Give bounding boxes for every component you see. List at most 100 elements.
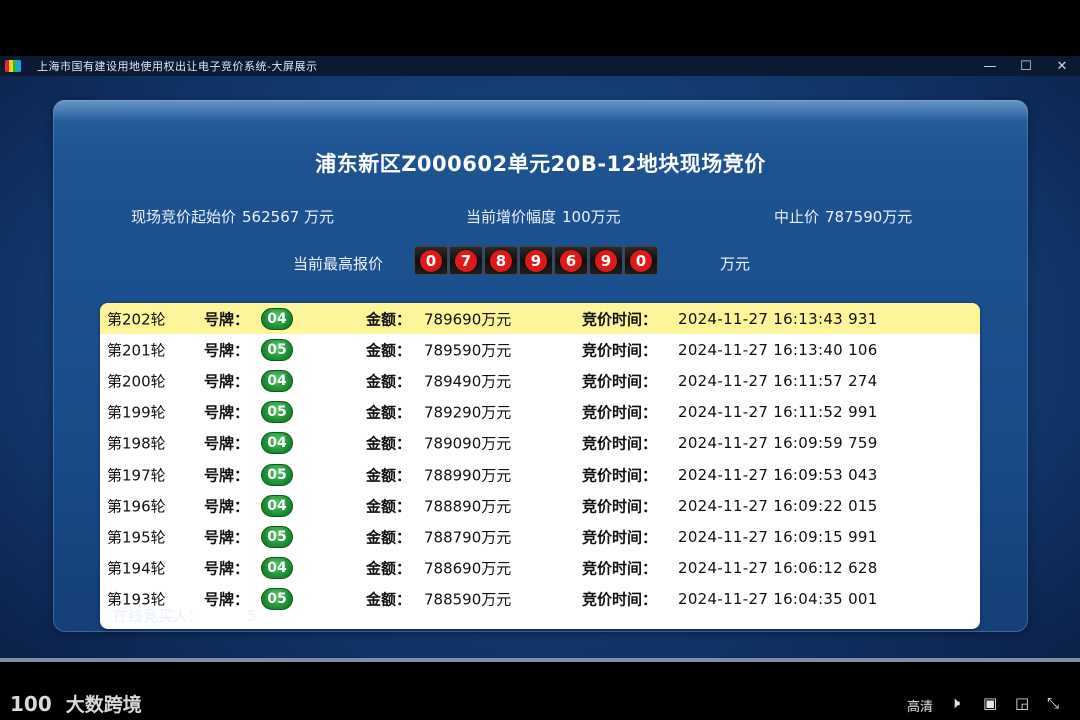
table-row: 第197轮 号牌： 05 金额： 788990万元 竞价时间： 2024-11-… — [100, 459, 980, 490]
time-label: 竞价时间： — [582, 528, 658, 547]
time-label: 竞价时间： — [582, 590, 658, 609]
amount-cell: 789090万元 — [424, 434, 512, 453]
amount-cell: 788690万元 — [424, 559, 512, 578]
amount-cell: 788990万元 — [424, 466, 512, 485]
table-row: 第200轮 号牌： 04 金额： 789490万元 竞价时间： 2024-11-… — [100, 365, 980, 396]
round-cell: 第202轮 — [107, 310, 166, 329]
close-icon[interactable]: ✕ — [1044, 56, 1080, 76]
video-player-bar: 100 大数跨境 高清 🕨 ▣ ◲ ⤡ — [0, 662, 1080, 720]
bid-digit: 0 — [414, 246, 448, 275]
plate-badge: 05 — [261, 588, 293, 611]
bid-digit: 0 — [624, 246, 658, 275]
table-row: 第195轮 号牌： 05 金额： 788790万元 竞价时间： 2024-11-… — [100, 521, 980, 552]
start-price: 现场竞价起始价 562567 万元 — [131, 206, 334, 227]
time-cell: 2024-11-27 16:09:59 759 — [678, 434, 878, 453]
window-controls: — ☐ ✕ — [972, 56, 1080, 76]
window-titlebar: 上海市国有建设用地使用权出让电子竞价系统-大屏展示 — ☐ ✕ — [0, 56, 1080, 76]
volume-icon[interactable]: 🕨 — [950, 693, 960, 713]
amount-cell: 789490万元 — [424, 372, 512, 391]
plate-label: 号牌： — [204, 434, 250, 453]
amount-label: 金额： — [366, 403, 412, 422]
round-cell: 第195轮 — [107, 528, 166, 547]
auction-stage: 浦东新区Z000602单元20B-12地块现场竞价 现场竞价起始价 562567 … — [0, 76, 1080, 660]
plate-badge: 05 — [261, 463, 293, 486]
time-cell: 2024-11-27 16:09:15 991 — [678, 527, 878, 546]
amount-label: 金额： — [366, 590, 412, 609]
highest-bid-label: 当前最高报价 — [293, 255, 384, 273]
table-row: 第194轮 号牌： 04 金额： 788690万元 竞价时间： 2024-11-… — [100, 553, 980, 584]
time-label: 竞价时间： — [582, 434, 658, 453]
plate-badge: 04 — [261, 494, 293, 517]
round-cell: 第199轮 — [107, 403, 166, 422]
time-cell: 2024-11-27 16:13:43 931 — [678, 309, 878, 328]
logo-mark: 100 — [10, 691, 52, 716]
round-cell: 第197轮 — [107, 466, 166, 485]
stop-price-value: 787590万元 — [825, 208, 913, 226]
bid-digit: 8 — [484, 246, 518, 275]
time-cell: 2024-11-27 16:11:52 991 — [678, 403, 878, 422]
time-cell: 2024-11-27 16:04:35 001 — [678, 590, 878, 609]
quality-button[interactable]: 高清 — [907, 696, 933, 715]
bid-digit: 9 — [519, 246, 553, 275]
plate-badge: 05 — [261, 401, 293, 424]
bid-digit: 7 — [449, 246, 483, 275]
amount-cell: 789290万元 — [424, 403, 512, 422]
round-cell: 第198轮 — [107, 434, 166, 453]
time-label: 竞价时间： — [582, 466, 658, 485]
amount-label: 金额： — [366, 434, 412, 453]
table-row: 第199轮 号牌： 05 金额： 789290万元 竞价时间： 2024-11-… — [100, 397, 980, 428]
time-cell: 2024-11-27 16:11:57 274 — [678, 371, 878, 390]
plate-label: 号牌： — [204, 403, 250, 422]
logo-text: 大数跨境 — [65, 694, 142, 716]
amount-label: 金额： — [366, 341, 412, 360]
time-label: 竞价时间： — [582, 310, 658, 329]
bid-digit: 9 — [589, 246, 623, 275]
round-cell: 第201轮 — [107, 341, 166, 360]
bid-digit: 6 — [554, 246, 588, 275]
amount-cell: 788590万元 — [424, 590, 512, 609]
plate-label: 号牌： — [204, 559, 250, 578]
plate-label: 号牌： — [204, 372, 250, 391]
time-cell: 2024-11-27 16:09:53 043 — [678, 465, 878, 484]
bid-history-table: 第202轮 号牌： 04 金额： 789690万元 竞价时间： 2024-11-… — [100, 303, 980, 629]
table-row: 第202轮 号牌： 04 金额： 789690万元 竞价时间： 2024-11-… — [100, 303, 980, 335]
plate-label: 号牌： — [204, 497, 250, 516]
time-cell: 2024-11-27 16:06:12 628 — [678, 559, 878, 578]
stop-price-label: 中止价 — [774, 208, 820, 226]
start-price-value: 562567 万元 — [242, 208, 335, 226]
time-label: 竞价时间： — [582, 403, 658, 422]
time-label: 竞价时间： — [582, 497, 658, 516]
watermark-logo: 100 大数跨境 — [10, 690, 142, 717]
time-label: 竞价时间： — [582, 372, 658, 391]
maximize-icon[interactable]: ☐ — [1008, 56, 1044, 76]
round-cell: 第194轮 — [107, 559, 166, 578]
amount-label: 金额： — [366, 559, 412, 578]
amount-label: 金额： — [366, 528, 412, 547]
online-bidders: 在线竞买人： 5 — [113, 605, 257, 626]
picture-in-picture-icon[interactable]: ◲ — [1015, 694, 1029, 712]
increment-label: 当前增价幅度 — [466, 208, 557, 226]
window-title: 上海市国有建设用地使用权出让电子竞价系统-大屏展示 — [37, 60, 318, 73]
amount-cell: 789590万元 — [424, 341, 512, 360]
plate-badge: 04 — [261, 307, 293, 330]
minimize-icon[interactable]: — — [972, 56, 1008, 76]
amount-label: 金额： — [366, 497, 412, 516]
highest-bid-unit: 万元 — [720, 255, 751, 273]
exit-fullscreen-icon[interactable]: ⤡ — [1047, 694, 1059, 712]
price-increment: 当前增价幅度 100万元 — [466, 206, 621, 227]
table-row: 第198轮 号牌： 04 金额： 789090万元 竞价时间： 2024-11-… — [100, 428, 980, 459]
plate-label: 号牌： — [204, 528, 250, 547]
time-cell: 2024-11-27 16:09:22 015 — [678, 496, 878, 515]
start-price-label: 现场竞价起始价 — [131, 208, 237, 226]
time-cell: 2024-11-27 16:13:40 106 — [678, 340, 878, 359]
online-bidders-count: 5 — [247, 607, 257, 625]
plate-badge: 05 — [261, 525, 293, 548]
amount-label: 金额： — [366, 466, 412, 485]
table-row: 第196轮 号牌： 04 金额： 788890万元 竞价时间： 2024-11-… — [100, 490, 980, 521]
danmaku-icon[interactable]: ▣ — [983, 694, 997, 712]
online-bidders-label: 在线竞买人： — [113, 607, 204, 625]
plate-badge: 04 — [261, 369, 293, 392]
plate-label: 号牌： — [204, 466, 250, 485]
amount-label: 金额： — [366, 372, 412, 391]
plate-badge: 05 — [261, 338, 293, 361]
